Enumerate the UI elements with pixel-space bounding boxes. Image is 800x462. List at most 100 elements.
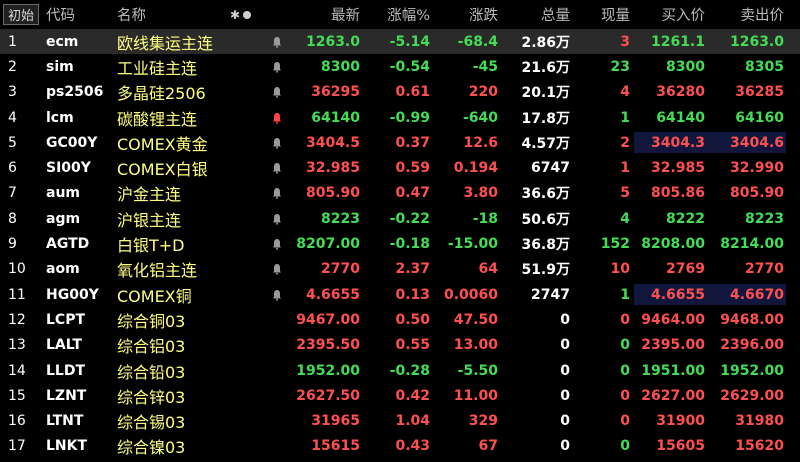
bell-icon[interactable] [270, 181, 284, 206]
row-name: COMEX黄金 [117, 134, 208, 154]
row-change-pct: 0.61 [395, 84, 430, 101]
row-volume: 0 [560, 387, 570, 404]
row-change: 12.6 [463, 134, 498, 151]
col-code-header[interactable]: 代码 [46, 0, 116, 29]
row-index: 12 [8, 311, 26, 328]
row-current-vol: 1 [620, 286, 630, 303]
row-volume: 17.8万 [521, 110, 570, 127]
row-code: GC00Y [46, 134, 98, 151]
row-volume: 6747 [531, 160, 570, 177]
row-change: -18 [472, 210, 498, 227]
bell-icon[interactable] [270, 29, 284, 54]
table-row[interactable]: 11 HG00Y COMEX铜 4.6655 0.13 0.0060 2747 1 4.6655… [0, 282, 800, 307]
row-change-pct: 0.37 [395, 134, 430, 151]
row-name: 氧化铝主连 [117, 261, 198, 281]
col-cur-header[interactable]: 现量 [570, 0, 630, 29]
table-row[interactable]: 16 LTNT 综合锡03 31965 1.04 329 0 0 31900 31980 [0, 409, 800, 434]
row-name: 综合锡03 [117, 413, 186, 433]
row-name: COMEX铜 [117, 286, 192, 306]
row-last-price: 1952.00 [296, 362, 360, 379]
row-volume: 50.6万 [521, 211, 570, 228]
table-row[interactable]: 4 lcm 碳酸锂主连 64140 -0.99 -640 17.8万 1 64140 64160 [0, 105, 800, 130]
table-row[interactable]: 12 LCPT 综合铜03 9467.00 0.50 47.50 0 0 9464.00 9468… [0, 307, 800, 332]
bell-icon[interactable] [270, 231, 284, 256]
initial-tab-button[interactable]: 初始 [3, 4, 39, 25]
row-volume: 0 [560, 311, 570, 328]
table-row[interactable]: 6 SI00Y COMEX白银 32.985 0.59 0.194 6747 1 32.985 3… [0, 156, 800, 181]
row-bid: 2769 [666, 261, 705, 278]
row-ask: 4.6670 [729, 286, 784, 303]
row-volume: 0 [560, 438, 570, 455]
table-row[interactable]: 5 GC00Y COMEX黄金 3404.5 0.37 12.6 4.57万 2 3404.3 3… [0, 130, 800, 155]
bell-icon[interactable] [270, 257, 284, 282]
col-name-header[interactable]: 名称 [117, 0, 217, 29]
row-last-price: 805.90 [305, 185, 360, 202]
row-current-vol: 0 [620, 413, 630, 430]
row-index: 11 [8, 286, 26, 303]
row-change-pct: -0.22 [389, 210, 430, 227]
col-last-header[interactable]: 最新 [290, 0, 360, 29]
table-row[interactable]: 3 ps2506 多晶硅2506 36295 0.61 220 20.1万 4 36280 362… [0, 80, 800, 105]
table-row[interactable]: 13 LALT 综合铝03 2395.50 0.55 13.00 0 0 2395.00 2396… [0, 333, 800, 358]
bell-icon[interactable] [270, 282, 284, 307]
table-row[interactable]: 1 ecm 欧线集运主连 1263.0 -5.14 -68.4 2.86万 3 1261.1 12… [0, 29, 800, 55]
table-row[interactable]: 8 agm 沪银主连 8223 -0.22 -18 50.6万 4 8222 8223 [0, 206, 800, 231]
row-bid: 31900 [656, 413, 705, 430]
row-change: 64 [478, 261, 498, 278]
table-row[interactable]: 10 aom 氧化铝主连 2770 2.37 64 51.9万 10 2769 2770 [0, 257, 800, 282]
row-code: ps2506 [46, 84, 104, 101]
row-current-vol: 23 [610, 58, 630, 75]
row-change-pct: -0.28 [389, 362, 430, 379]
row-last-price: 32.985 [305, 160, 360, 177]
table-row[interactable]: 17 LNKT 综合镍03 15615 0.43 67 0 0 15605 15620 [0, 434, 800, 459]
bell-icon[interactable] [270, 206, 284, 231]
row-current-vol: 1 [620, 160, 630, 177]
bell-icon-active[interactable] [270, 105, 284, 130]
row-index: 17 [8, 438, 26, 455]
row-ask: 8223 [745, 210, 784, 227]
bell-icon[interactable] [270, 54, 284, 79]
col-vol-header[interactable]: 总量 [498, 0, 570, 29]
row-bid: 3404.3 [650, 134, 705, 151]
row-last-price: 3404.5 [305, 134, 360, 151]
row-change-pct: 0.42 [395, 387, 430, 404]
table-row[interactable]: 14 LLDT 综合铅03 1952.00 -0.28 -5.50 0 0 1951.00 195… [0, 358, 800, 383]
row-name: 欧线集运主连 [117, 33, 214, 53]
row-change-pct: -0.18 [389, 236, 430, 253]
row-change: 67 [478, 438, 498, 455]
row-change: -68.4 [457, 33, 498, 50]
row-bid: 1261.1 [650, 33, 705, 50]
row-index: 8 [8, 210, 17, 227]
col-pct-header[interactable]: 涨幅% [360, 0, 430, 29]
row-current-vol: 1 [620, 109, 630, 126]
bell-icon[interactable] [270, 80, 284, 105]
row-volume: 20.1万 [521, 85, 570, 102]
row-volume: 21.6万 [521, 59, 570, 76]
sort-indicator[interactable]: ✱ [230, 0, 270, 29]
row-change: 0.194 [453, 160, 498, 177]
table-row[interactable]: 15 LZNT 综合锌03 2627.50 0.42 11.00 0 0 2627.00 2629… [0, 383, 800, 408]
col-chg-header[interactable]: 涨跌 [430, 0, 498, 29]
col-bid-header[interactable]: 买入价 [630, 0, 706, 29]
row-current-vol: 4 [620, 210, 630, 227]
row-volume: 51.9万 [521, 262, 570, 279]
row-name: 沪金主连 [117, 185, 182, 205]
col-ask-header[interactable]: 卖出价 [705, 0, 785, 29]
row-code: SI00Y [46, 160, 91, 177]
row-change: -15.00 [447, 236, 498, 253]
row-last-price: 8223 [321, 210, 360, 227]
row-index: 13 [8, 337, 26, 354]
row-bid: 9464.00 [641, 311, 705, 328]
row-name: 碳酸锂主连 [117, 109, 198, 129]
table-row[interactable]: 9 AGTD 白银T+D 8207.00 -0.18 -15.00 36.8万 152 8208… [0, 231, 800, 256]
row-last-price: 36295 [311, 84, 360, 101]
bell-icon[interactable] [270, 156, 284, 181]
row-ask: 2396.00 [720, 337, 784, 354]
table-row[interactable]: 7 aum 沪金主连 805.90 0.47 3.80 36.6万 5 805.86 805.90 [0, 181, 800, 206]
row-code: sim [46, 58, 74, 75]
row-current-vol: 2 [620, 134, 630, 151]
bell-icon[interactable] [270, 130, 284, 155]
table-row[interactable]: 2 sim 工业硅主连 8300 -0.54 -45 21.6万 23 8300 8305 [0, 54, 800, 79]
row-name: COMEX白银 [117, 160, 208, 180]
row-current-vol: 0 [620, 337, 630, 354]
